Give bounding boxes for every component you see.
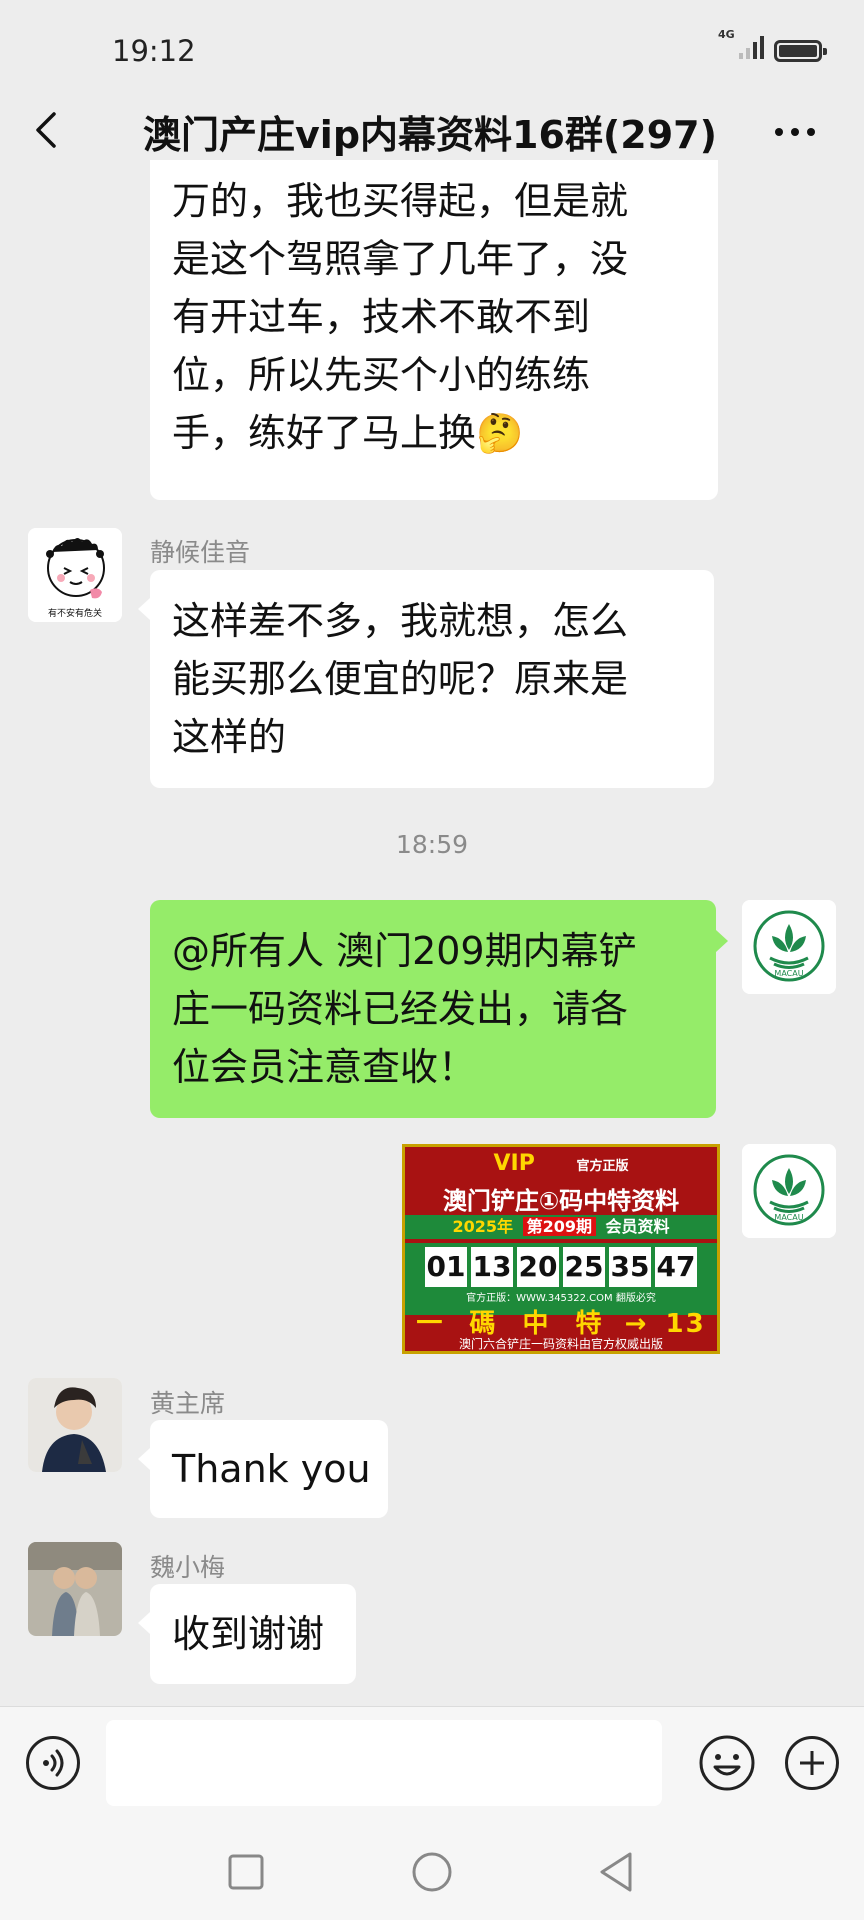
avatar-macau-logo[interactable]: MACAU <box>742 1144 836 1238</box>
nav-home-icon[interactable] <box>410 1850 454 1894</box>
macau-emblem-icon: MACAU <box>742 1144 836 1238</box>
more-icon[interactable] <box>770 112 820 152</box>
message-bubble[interactable]: Thank you <box>150 1420 388 1518</box>
cartoon-avatar-image: 有不安有危关 <box>28 528 122 622</box>
sender-name: 魏小梅 <box>150 1553 226 1582</box>
vip-label: VIP <box>493 1151 535 1176</box>
voice-icon[interactable] <box>26 1736 80 1790</box>
image-member: 会员资料 <box>605 1217 670 1236</box>
avatar-macau-logo[interactable]: MACAU <box>742 900 836 994</box>
lottery-number: 01 <box>425 1247 467 1287</box>
message-bubble[interactable]: 这样差不多，我就想，怎么 能买那么便宜的呢？原来是 这样的 <box>150 570 714 788</box>
lottery-number: 35 <box>609 1247 651 1287</box>
image-site: 官方正版：WWW.345322.COM 翻版必究 <box>466 1293 656 1304</box>
image-title: 澳门铲庄①码中特资料 <box>442 1187 680 1215</box>
vip-image-message[interactable]: VIP 官方正版 澳门铲庄①码中特资料 2025年 第209期 会员资料 01 1… <box>402 1144 720 1354</box>
number-row: 01 13 20 25 35 47 <box>405 1247 717 1287</box>
lottery-number: 13 <box>471 1247 513 1287</box>
official-label: 官方正版 <box>576 1159 629 1174</box>
emoji-icon[interactable] <box>698 1734 756 1792</box>
chat-title: 澳门产庄vip内幕资料16群(297) <box>143 113 717 157</box>
avatar[interactable] <box>28 1378 122 1472</box>
image-footer: 澳门六合铲庄一码资料由官方权威出版 <box>458 1337 663 1351</box>
sender-name: 黄主席 <box>150 1389 226 1418</box>
macau-emblem-icon: MACAU <box>742 900 836 994</box>
message-bubble[interactable]: 万的，我也买得起，但是就 是这个驾照拿了几年了，没 有开过车，技术不敢不到 位，… <box>150 160 718 500</box>
avatar[interactable]: 有不安有危关 <box>28 528 122 622</box>
lottery-number: 20 <box>517 1247 559 1287</box>
message-bubble-outgoing[interactable]: @所有人 澳门209期内幕铲 庄一码资料已经发出，请各 位会员注意查收！ <box>150 900 716 1118</box>
svg-text:MACAU: MACAU <box>774 1213 803 1222</box>
message-bubble[interactable]: 收到谢谢 <box>150 1584 356 1684</box>
image-year: 2025年 <box>452 1217 513 1236</box>
timestamp: 18:59 <box>395 830 469 859</box>
image-period: 第209期 <box>522 1217 596 1236</box>
nav-square-icon[interactable] <box>226 1852 266 1892</box>
lottery-number: 47 <box>655 1247 697 1287</box>
lottery-number: 25 <box>563 1247 605 1287</box>
nav-back-icon[interactable] <box>596 1850 636 1894</box>
signal-icon <box>739 36 764 59</box>
status-time: 19:12 <box>112 34 196 68</box>
profile-photo <box>28 1542 122 1636</box>
avatar[interactable] <box>28 1542 122 1636</box>
plus-icon[interactable] <box>785 1736 839 1790</box>
network-type: 4G <box>718 28 735 41</box>
svg-text:有不安有危关: 有不安有危关 <box>48 607 102 619</box>
sender-name: 静候佳音 <box>150 538 251 567</box>
message-input[interactable] <box>106 1720 662 1806</box>
battery-icon <box>774 40 827 62</box>
svg-text:MACAU: MACAU <box>774 969 803 978</box>
back-icon[interactable] <box>28 110 68 150</box>
profile-photo <box>28 1378 122 1472</box>
